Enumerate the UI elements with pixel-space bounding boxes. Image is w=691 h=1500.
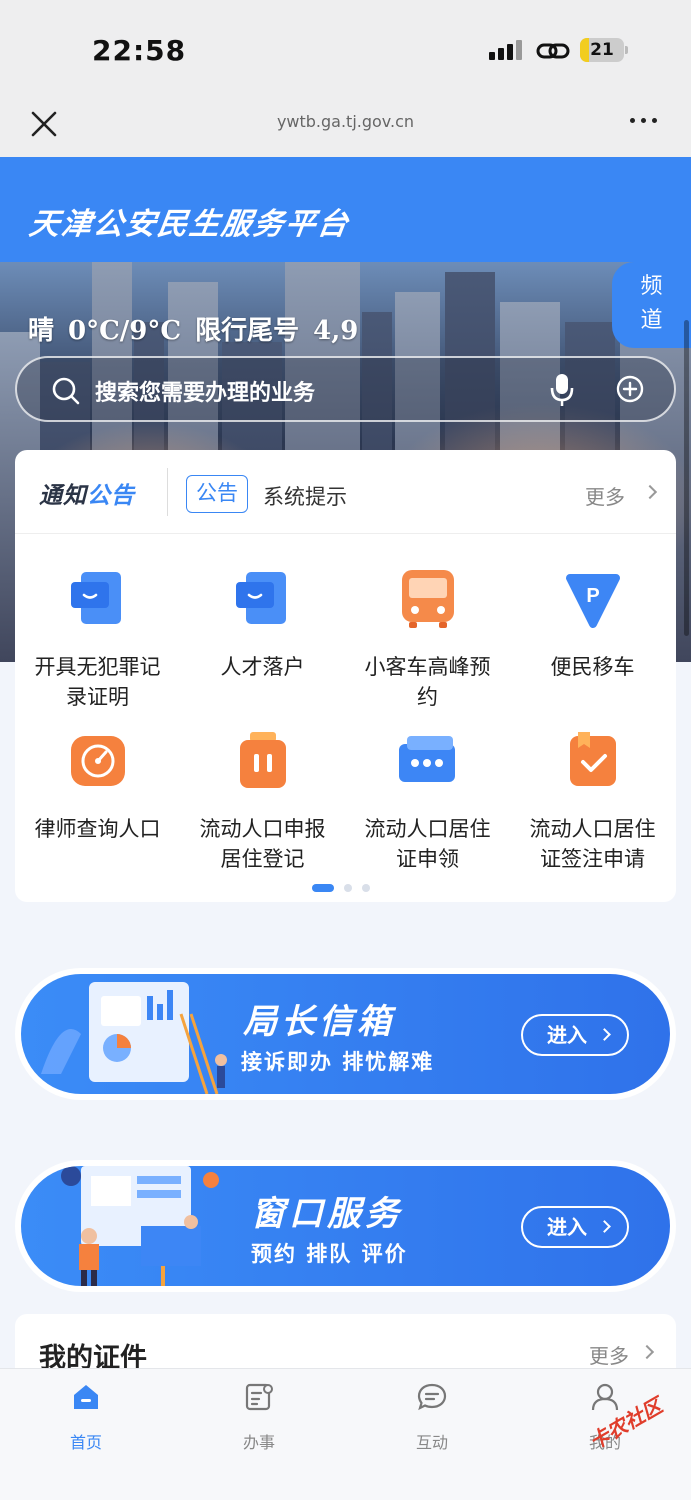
message-icon: [417, 1383, 447, 1411]
service-residence-permit-apply[interactable]: 流动人口居住证申领: [345, 730, 510, 874]
battery-icon: 21: [580, 38, 628, 62]
service-talent-settlement[interactable]: 人才落户: [180, 568, 345, 682]
banner-title: 窗口服务: [251, 1194, 403, 1234]
battery-level: 21: [590, 40, 614, 60]
browser-bar: ywtb.ga.tj.gov.cn: [0, 100, 691, 157]
tab-tasks[interactable]: 办事: [199, 1381, 319, 1453]
card-dots-icon: [397, 730, 459, 792]
office-illustration-icon: [41, 982, 227, 1094]
check-doc-icon: [562, 730, 624, 792]
chevron-right-icon: [642, 484, 658, 500]
notice-more-link[interactable]: 更多: [585, 481, 625, 510]
luggage-icon: [232, 730, 294, 792]
hotspot-link-icon: [536, 43, 570, 59]
page-indicator: [312, 884, 370, 892]
chevron-right-icon: [639, 1344, 655, 1360]
notice-row[interactable]: 通知公告 公告 系统提示 更多: [15, 450, 676, 534]
notice-text[interactable]: 系统提示: [263, 481, 347, 511]
weather-condition: 晴: [28, 316, 55, 346]
parking-icon: P: [562, 568, 624, 630]
service-residence-permit-endorse[interactable]: 流动人口居住证签注申请: [510, 730, 675, 874]
status-bar: 22:58 21: [0, 0, 691, 100]
page-dot: [312, 884, 334, 892]
channel-button-label: 频道: [640, 274, 663, 333]
service-lawyer-query[interactable]: 律师查询人口: [15, 730, 180, 844]
search-input[interactable]: 搜索您需要办理的业务: [95, 375, 315, 407]
counter-illustration-icon: [61, 1166, 219, 1286]
notice-tag: 公告: [186, 475, 248, 513]
signal-icon: [489, 40, 522, 60]
scrollbar[interactable]: [684, 320, 689, 636]
services-card: 通知公告 公告 系统提示 更多 开具无犯罪记录证明 人才落户 小客车高峰预约 P…: [15, 450, 676, 902]
channel-button[interactable]: 频道: [612, 262, 691, 348]
notice-logo: 通知公告: [39, 483, 135, 509]
search-icon: [52, 377, 80, 405]
user-icon: [591, 1383, 619, 1411]
home-icon: [74, 1385, 98, 1409]
weather-temperature: 0°C/9°C: [68, 316, 182, 346]
page-dot: [344, 884, 352, 892]
url-text: ywtb.ga.tj.gov.cn: [276, 112, 415, 131]
banner-subtitle: 预约 排队 评价: [251, 1242, 408, 1266]
service-migrant-registration[interactable]: 流动人口申报居住登记: [180, 730, 345, 874]
banner-subtitle: 接诉即办 排忧解难: [241, 1050, 435, 1074]
restriction-label: 限行尾号: [195, 316, 300, 346]
enter-button[interactable]: 进入: [521, 1014, 629, 1056]
plus-circle-icon[interactable]: [615, 374, 645, 404]
chevron-right-icon: [598, 1220, 611, 1233]
svg-text:P: P: [586, 585, 599, 607]
service-car-peak-booking[interactable]: 小客车高峰预约: [345, 568, 510, 712]
page-title: 天津公安民生服务平台: [27, 207, 352, 242]
weather-info: 晴 0°C/9°C 限行尾号 4,9: [28, 310, 372, 347]
service-no-criminal-record[interactable]: 开具无犯罪记录证明: [15, 568, 180, 712]
tab-interaction[interactable]: 互动: [372, 1381, 492, 1453]
enter-button[interactable]: 进入: [521, 1206, 629, 1248]
service-move-car[interactable]: P 便民移车: [510, 568, 675, 682]
bus-icon: [397, 568, 459, 630]
gauge-icon: [67, 730, 129, 792]
chevron-right-icon: [598, 1028, 611, 1041]
chat-card-icon: [232, 568, 294, 630]
page-dot: [362, 884, 370, 892]
banner-title: 局长信箱: [243, 1002, 395, 1042]
tab-home[interactable]: 首页: [26, 1381, 146, 1453]
notice-divider: [167, 468, 168, 516]
mic-icon[interactable]: [549, 372, 575, 408]
status-time: 22:58: [92, 34, 187, 67]
search-bar[interactable]: 搜索您需要办理的业务: [15, 356, 676, 422]
more-icon[interactable]: [630, 118, 657, 123]
restriction-numbers: 4,9: [313, 316, 359, 346]
chat-card-icon: [67, 568, 129, 630]
task-icon: [245, 1383, 273, 1411]
window-service-banner[interactable]: 窗口服务 预约 排队 评价 进入: [15, 1160, 676, 1292]
certificates-more-link[interactable]: 更多: [589, 1340, 629, 1369]
director-mailbox-banner[interactable]: 局长信箱 接诉即办 排忧解难 进入: [15, 968, 676, 1100]
app-header: 天津公安民生服务平台: [0, 157, 691, 262]
